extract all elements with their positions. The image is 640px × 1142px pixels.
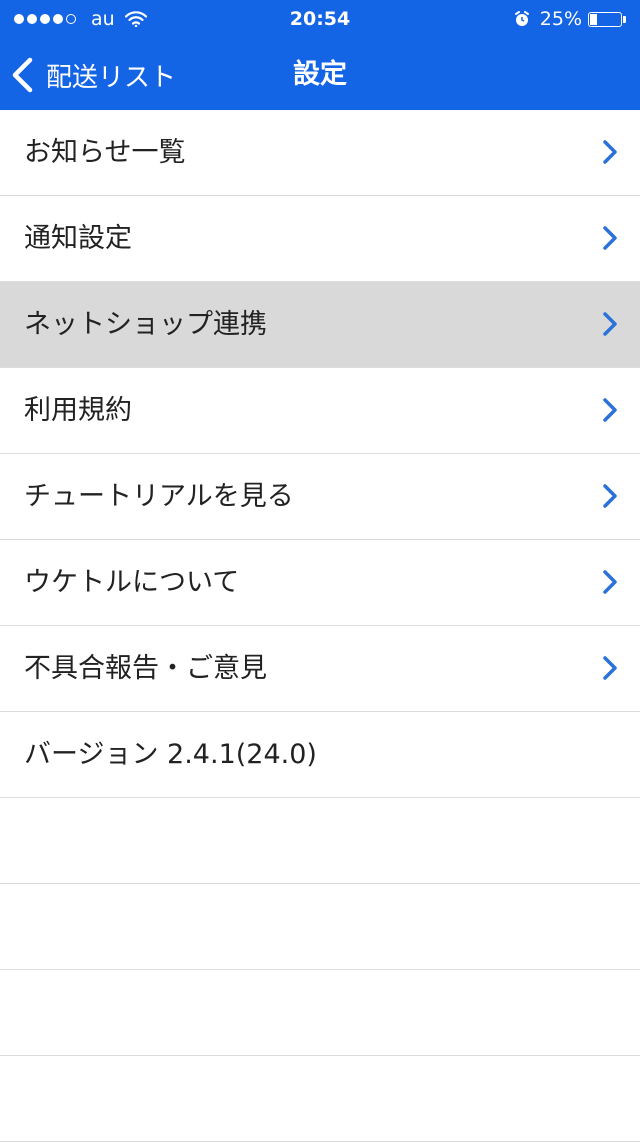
settings-row[interactable]: ウケトルについて [0, 540, 640, 626]
chevron-right-icon [603, 484, 617, 508]
back-button-label: 配送リスト [46, 62, 177, 93]
empty-row [0, 884, 640, 970]
battery-level [590, 13, 597, 25]
settings-row[interactable]: チュートリアルを見る [0, 454, 640, 540]
settings-row[interactable]: ネットショップ連携 [0, 282, 640, 368]
chevron-right-icon [603, 140, 617, 164]
settings-row-label: 不具合報告・ご意見 [24, 653, 267, 684]
alarm-clock-icon [514, 11, 530, 27]
settings-row[interactable]: 不具合報告・ご意見 [0, 626, 640, 712]
back-button[interactable]: 配送リスト [8, 40, 176, 110]
empty-row [0, 1056, 640, 1142]
settings-row: バージョン 2.4.1(24.0) [0, 712, 640, 798]
settings-row-label: お知らせ一覧 [24, 137, 186, 168]
settings-row-label: ネットショップ連携 [24, 309, 267, 340]
status-right: 25% [514, 8, 626, 30]
empty-row [0, 798, 640, 884]
chevron-right-icon [603, 570, 617, 594]
settings-row-label: チュートリアルを見る [24, 481, 294, 512]
chevron-right-icon [603, 656, 617, 680]
settings-row-label: 通知設定 [24, 223, 132, 254]
navigation-bar: 設定 配送リスト [0, 40, 640, 110]
settings-row-label: バージョン 2.4.1(24.0) [24, 739, 317, 770]
settings-row-label: 利用規約 [24, 395, 132, 426]
settings-row[interactable]: お知らせ一覧 [0, 110, 640, 196]
settings-row[interactable]: 利用規約 [0, 368, 640, 454]
chevron-left-icon [12, 57, 33, 93]
chevron-right-icon [603, 312, 617, 336]
chevron-right-icon [603, 398, 617, 422]
status-bar: au 20:54 25% [0, 0, 640, 40]
battery-percent: 25% [539, 8, 582, 30]
settings-row-label: ウケトルについて [24, 567, 240, 598]
battery-icon [588, 11, 622, 27]
empty-row [0, 970, 640, 1056]
settings-list: お知らせ一覧 通知設定ネットショップ連携 利用規約チュートリアルを見る ウケトルについ… [0, 110, 640, 1142]
settings-row[interactable]: 通知設定 [0, 196, 640, 282]
chevron-right-icon [603, 226, 617, 250]
battery-tip [623, 15, 626, 23]
